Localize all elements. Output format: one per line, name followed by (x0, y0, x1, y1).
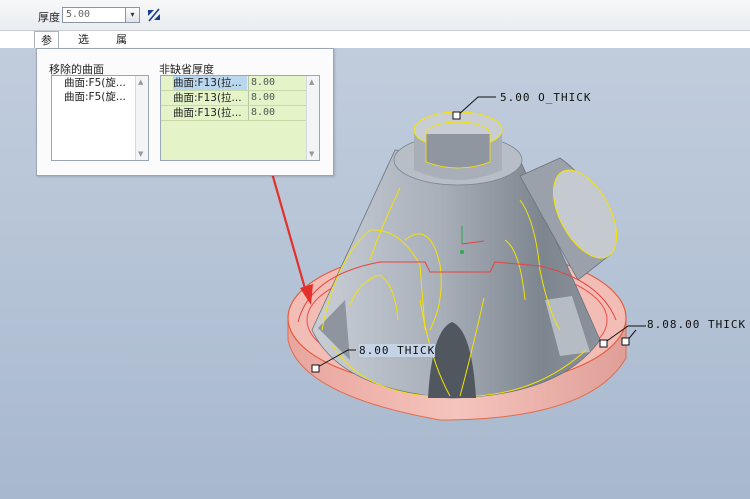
tab-references[interactable]: 参照 (34, 31, 59, 64)
thickness-label: 厚度 (38, 11, 60, 24)
table-row[interactable]: 曲面:F13(拉... 8.00 (161, 91, 319, 106)
non-default-thickness-list[interactable]: 曲面:F13(拉... 8.00 曲面:F13(拉... 8.00 曲面:F13… (160, 75, 320, 161)
top-boss (393, 111, 523, 186)
thickness-combobox[interactable]: 5.00 ▾ (62, 7, 140, 23)
thickness-value[interactable]: 5.00 (66, 9, 90, 20)
dashboard-toolbar: 厚度 5.00 ▾ (0, 0, 750, 31)
table-row[interactable]: 曲面:F13(拉... 8.00 (161, 76, 319, 91)
tab-options[interactable]: 选项 (72, 31, 95, 63)
chevron-down-icon[interactable]: ▾ (125, 8, 139, 22)
annotation-left-thickness[interactable]: 8.00 THICK (359, 344, 436, 357)
flip-direction-icon[interactable] (146, 6, 162, 24)
removed-surfaces-list[interactable]: 曲面:F5(旋... 曲面:F5(旋... ▲ ▼ (51, 75, 149, 161)
list-item[interactable]: 曲面:F5(旋... (52, 90, 148, 104)
annotation-top-thickness[interactable]: 5.00 O_THICK (500, 91, 591, 104)
tab-properties[interactable]: 属性 (110, 31, 133, 63)
annotation-right-thickness[interactable]: 8.08.00 THICK (647, 318, 746, 331)
scrollbar[interactable]: ▲ ▼ (306, 76, 319, 160)
table-row[interactable]: 曲面:F13(拉... 8.00 (161, 106, 319, 121)
references-panel: 移除的曲面 曲面:F5(旋... 曲面:F5(旋... ▲ ▼ 非缺省厚度 曲面:… (36, 48, 334, 176)
list-item[interactable]: 曲面:F5(旋... (52, 76, 148, 90)
scrollbar[interactable]: ▲ ▼ (135, 76, 148, 160)
